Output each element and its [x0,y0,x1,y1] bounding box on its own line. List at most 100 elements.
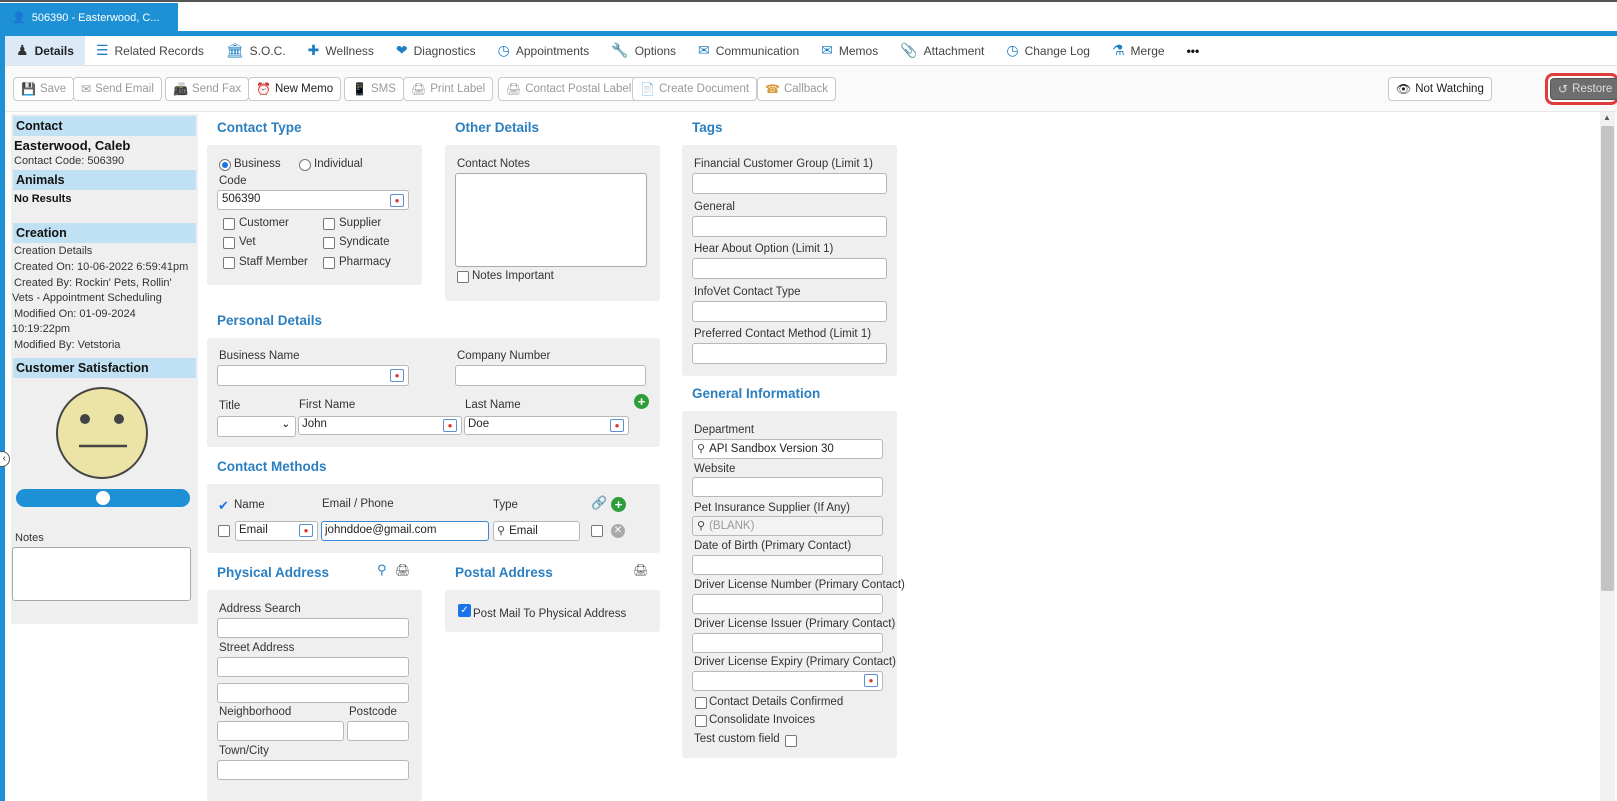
creation-line: Created On: 10-06-2022 6:59:41pm [14,261,189,273]
contact-notes-textarea[interactable] [455,173,647,267]
merge-icon: ⚗ [1111,42,1125,58]
record-window-tab[interactable]: 👤 506390 - Easterwood, C... [0,3,178,32]
pharmacy-checkbox[interactable] [323,257,335,269]
tab-communication[interactable]: ✉ Communication [687,36,810,65]
notes-important-checkbox[interactable] [457,271,469,283]
more-tabs-button[interactable]: ••• [1176,36,1211,65]
create-document-button[interactable]: 📄 Create Document [632,77,758,101]
collapse-sidebar-handle[interactable]: ‹ [0,451,10,467]
satisfaction-header: Customer Satisfaction [13,358,196,378]
list-icon: ☰ [95,42,109,58]
map-pin-icon[interactable]: ⚲ [377,562,387,578]
link-icon[interactable]: 🔗 [591,495,607,511]
post-mail-checkbox[interactable]: ✓ [458,604,471,617]
method-flag-checkbox[interactable] [591,525,603,537]
new-memo-button[interactable]: ⏰ New Memo [248,77,342,101]
hear-about-input[interactable] [692,258,887,279]
tab-soc[interactable]: 🏛 S.O.C. [215,36,297,65]
town-city-input[interactable] [217,760,409,780]
callback-button[interactable]: ☎ Callback [757,77,837,101]
website-input[interactable] [692,477,883,497]
code-label: Code [219,175,247,187]
street-address-line2-input[interactable] [217,683,409,703]
sidebar-notes-textarea[interactable] [12,547,191,601]
preferred-contact-method-input[interactable] [692,343,887,364]
customer-checkbox[interactable] [223,218,235,230]
tab-label: Options [634,43,677,58]
physical-address-title: Physical Address [217,565,330,580]
company-number-input[interactable] [455,365,646,386]
sms-button[interactable]: 📱 SMS [344,77,404,101]
pet-insurance-label: Pet Insurance Supplier (If Any) [694,502,850,514]
business-radio[interactable] [219,159,231,171]
tab-attachment[interactable]: 📎 Attachment [889,36,995,65]
consolidate-invoices-checkbox[interactable] [695,715,707,727]
id-card-icon[interactable]: ● [610,419,624,432]
department-input[interactable]: ⚲ API Sandbox Version 30 [692,439,883,459]
first-name-value: John [302,418,327,430]
code-input[interactable]: 506390 ● [217,190,409,210]
tab-options[interactable]: 🔧 Options [600,36,687,65]
add-contact-person-button[interactable]: + [634,394,649,409]
syndicate-checkbox[interactable] [323,237,335,249]
printer-icon[interactable]: 🖨 [633,563,648,577]
email-icon: ✉ [81,82,92,96]
printer-icon[interactable]: 🖨 [395,563,410,577]
staff-member-checkbox[interactable] [223,257,235,269]
email-phone-input[interactable]: johnddoe@gmail.com [321,521,489,541]
dl-number-input[interactable] [692,594,883,614]
satisfaction-slider-thumb[interactable] [96,491,110,505]
button-label: New Memo [274,83,334,95]
first-name-input[interactable]: John ● [298,416,462,435]
add-contact-method-button[interactable]: + [611,497,626,512]
tab-diagnostics[interactable]: ❤ Diagnostics [385,36,487,65]
test-custom-field-checkbox[interactable] [785,735,797,747]
not-watching-button[interactable]: 👁 Not Watching [1388,77,1492,101]
pet-insurance-input[interactable]: ⚲ (BLANK) [692,516,883,536]
id-card-icon[interactable]: ● [390,194,404,207]
individual-radio[interactable] [299,159,311,171]
supplier-checkbox[interactable] [323,218,335,230]
primary-checkbox[interactable] [218,525,230,537]
restore-button[interactable]: ↺ Restore [1550,78,1617,100]
tab-details[interactable]: ♟ Details [5,36,85,65]
tab-memos[interactable]: ✉ Memos [810,36,889,65]
print-label-button[interactable]: 🖨 Print Label [403,77,494,101]
financial-customer-group-input[interactable] [692,173,887,194]
satisfaction-slider[interactable] [16,489,190,507]
remove-icon[interactable]: ✕ [611,524,625,538]
address-search-input[interactable] [217,618,409,638]
tab-wellness[interactable]: ✚ Wellness [297,36,385,65]
title-select[interactable]: ⌄ [217,416,296,437]
id-card-icon[interactable]: ● [299,524,313,537]
dl-issuer-input[interactable] [692,633,883,653]
neighborhood-input[interactable] [217,721,344,741]
save-button[interactable]: 💾 Save [13,77,75,101]
contact-confirmed-checkbox[interactable] [695,697,707,709]
general-information-title: General Information [692,386,821,401]
business-name-input[interactable]: ● [217,365,409,386]
send-email-button[interactable]: ✉ Send Email [73,77,162,101]
method-type-input[interactable]: ⚲ Email [493,521,580,541]
calendar-icon[interactable]: ● [864,674,878,687]
street-address-input[interactable] [217,657,409,677]
general-tag-input[interactable] [692,216,887,237]
vet-label: Vet [239,236,256,248]
method-name-input[interactable]: Email ● [235,521,318,541]
dl-expiry-input[interactable]: ● [692,671,883,691]
tab-related-records[interactable]: ☰ Related Records [85,36,215,65]
tab-merge[interactable]: ⚗ Merge [1101,36,1176,65]
vet-checkbox[interactable] [223,237,235,249]
scroll-up-arrow[interactable]: ▲ [1603,113,1611,122]
id-card-icon[interactable]: ● [390,369,404,382]
dob-input[interactable] [692,555,883,575]
infovet-contact-type-input[interactable] [692,301,887,322]
tab-change-log[interactable]: ◷ Change Log [995,36,1101,65]
postcode-input[interactable] [347,721,409,741]
contact-postal-label-button[interactable]: 🖨 Contact Postal Label [498,77,640,101]
last-name-input[interactable]: Doe ● [464,416,629,435]
send-fax-button[interactable]: 📠 Send Fax [165,77,250,101]
id-card-icon[interactable]: ● [443,419,457,432]
scrollbar-thumb[interactable] [1601,126,1614,591]
tab-appointments[interactable]: ◷ Appointments [487,36,601,65]
